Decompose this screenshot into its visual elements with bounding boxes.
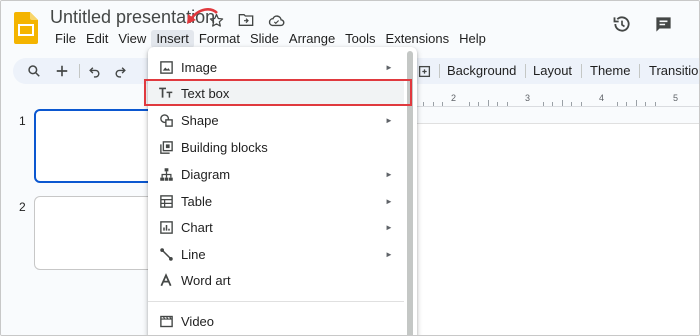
menu-file[interactable]: File xyxy=(50,30,81,48)
menu-item-diagram[interactable]: Diagram ► xyxy=(148,161,404,187)
version-history-icon[interactable] xyxy=(611,13,633,35)
table-icon xyxy=(158,193,174,209)
image-icon xyxy=(158,59,174,75)
theme-button[interactable]: Theme xyxy=(590,63,630,78)
menu-item-label: Chart xyxy=(181,219,213,235)
menu-slide[interactable]: Slide xyxy=(245,30,284,48)
background-button[interactable]: Background xyxy=(447,63,516,78)
add-icon[interactable] xyxy=(53,62,71,80)
slide-canvas[interactable] xyxy=(411,123,699,335)
slide-thumbnail-1[interactable] xyxy=(34,109,154,183)
comments-icon[interactable] xyxy=(652,13,674,35)
menu-item-label: Table xyxy=(181,193,213,209)
ruler-label: 3 xyxy=(525,93,531,103)
line-icon xyxy=(158,246,174,262)
search-icon[interactable] xyxy=(25,62,43,80)
diagram-icon xyxy=(158,166,174,182)
ruler-label: 4 xyxy=(599,93,605,103)
menu-view[interactable]: View xyxy=(113,30,151,48)
slide-thumbnail-2[interactable] xyxy=(34,196,154,270)
menu-item-shape[interactable]: Shape ► xyxy=(148,107,404,133)
annotation-highlight-box xyxy=(144,79,412,106)
menu-tools[interactable]: Tools xyxy=(340,30,380,48)
submenu-arrow-icon: ► xyxy=(385,169,393,179)
submenu-arrow-icon: ► xyxy=(385,196,393,206)
redo-icon[interactable] xyxy=(111,62,129,80)
insert-comment-icon[interactable] xyxy=(415,62,433,80)
menu-item-label: Building blocks xyxy=(181,139,268,155)
menu-item-chart[interactable]: Chart ► xyxy=(148,214,404,240)
layout-button[interactable]: Layout xyxy=(533,63,572,78)
ruler-label: 5 xyxy=(673,93,679,103)
building-blocks-icon xyxy=(158,139,174,155)
menu-item-label: Image xyxy=(181,59,218,75)
menu-extensions[interactable]: Extensions xyxy=(381,30,455,48)
submenu-arrow-icon: ► xyxy=(385,115,393,125)
submenu-arrow-icon: ► xyxy=(385,222,393,232)
menu-arrange[interactable]: Arrange xyxy=(284,30,340,48)
menu-item-table[interactable]: Table ► xyxy=(148,188,404,214)
transition-button[interactable]: Transition xyxy=(649,63,699,78)
menu-item-label: Shape xyxy=(181,112,219,128)
horizontal-ruler: 2 3 4 5 xyxy=(411,93,699,107)
menu-item-video[interactable]: Video xyxy=(148,308,404,334)
menu-item-label: Diagram xyxy=(181,166,231,182)
menu-format[interactable]: Format xyxy=(194,30,245,48)
move-to-folder-icon[interactable] xyxy=(237,11,255,29)
menu-item-word-art[interactable]: Word art xyxy=(148,267,404,293)
cloud-saved-icon[interactable] xyxy=(267,11,285,29)
menu-bar: File Edit View Insert Format Slide Arran… xyxy=(50,30,491,48)
ruler-label: 2 xyxy=(451,93,457,103)
menu-help[interactable]: Help xyxy=(454,30,491,48)
slide-number: 2 xyxy=(19,200,26,214)
submenu-arrow-icon: ► xyxy=(385,249,393,259)
menu-item-label: Video xyxy=(181,313,215,329)
undo-icon[interactable] xyxy=(85,62,103,80)
menu-item-label: Word art xyxy=(181,272,231,288)
shape-icon xyxy=(158,112,174,128)
menu-item-label: Line xyxy=(181,246,206,262)
slide-number: 1 xyxy=(19,114,26,128)
menu-edit[interactable]: Edit xyxy=(81,30,113,48)
menu-item-image[interactable]: Image ► xyxy=(148,54,404,80)
annotation-arrow-icon xyxy=(187,8,218,24)
slide-filmstrip: 1 2 xyxy=(1,87,154,335)
menu-insert[interactable]: Insert xyxy=(151,30,194,48)
word-art-icon xyxy=(158,272,174,288)
video-icon xyxy=(158,313,174,329)
menu-item-building-blocks[interactable]: Building blocks xyxy=(148,134,404,160)
menu-item-line[interactable]: Line ► xyxy=(148,241,404,267)
slides-window: Untitled presentation File Edit View Ins… xyxy=(0,0,700,336)
slides-logo-icon[interactable] xyxy=(14,12,38,44)
chart-icon xyxy=(158,219,174,235)
menu-divider xyxy=(148,301,404,302)
submenu-arrow-icon: ► xyxy=(385,62,393,72)
